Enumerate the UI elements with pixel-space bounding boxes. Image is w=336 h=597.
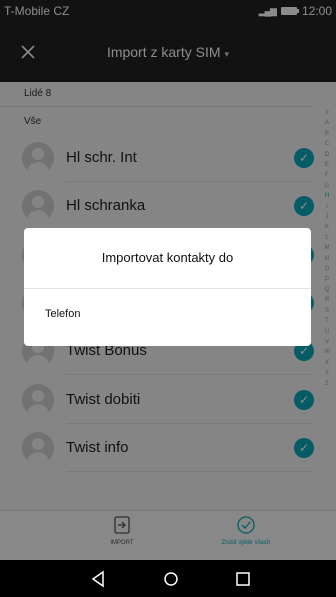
home-icon[interactable]: [160, 568, 182, 590]
screen: T-Mobile CZ ▂▄▆ 12:00 Import z karty SIM…: [0, 0, 336, 597]
dialog-option-telefon[interactable]: Telefon: [24, 288, 311, 346]
dialog-title: Importovat kontakty do: [101, 250, 234, 265]
navigation-bar: [0, 560, 336, 597]
back-icon[interactable]: [88, 568, 110, 590]
recents-icon[interactable]: [232, 568, 254, 590]
import-dialog: Importovat kontakty do Telefon: [24, 228, 311, 346]
